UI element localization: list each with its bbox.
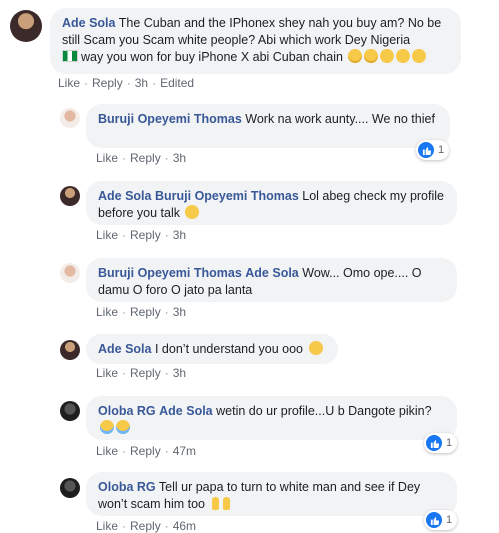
wink-emoji-icon	[396, 49, 411, 63]
comment-bubble: Ade Sola Buruji Opeyemi Thomas Lol abeg …	[86, 181, 457, 225]
like-reaction-icon	[426, 512, 442, 528]
reaction-number: 1	[446, 514, 453, 526]
comment-author[interactable]: Oloba RG	[98, 404, 156, 418]
comment-author[interactable]: Ade Sola	[62, 16, 116, 30]
timestamp[interactable]: 3h	[135, 76, 148, 90]
avatar[interactable]	[60, 186, 80, 206]
wink-emoji-icon	[412, 49, 427, 63]
timestamp[interactable]: 47m	[173, 444, 196, 458]
timestamp[interactable]: 3h	[173, 366, 186, 380]
mention-link[interactable]: Ade Sola	[245, 266, 299, 280]
avatar[interactable]	[10, 10, 42, 42]
timestamp[interactable]: 3h	[173, 228, 186, 242]
comment-actions: Like · Reply · 3h	[96, 228, 187, 242]
like-link[interactable]: Like	[96, 519, 118, 533]
comment-author[interactable]: Buruji Opeyemi Thomas	[98, 112, 242, 126]
thinking-emoji-icon	[308, 341, 323, 355]
comment-bubble: Ade Sola The Cuban and the IPhonex shey …	[50, 8, 461, 74]
comment-text-continued: way you won for buy iPhone X abi Cuban c…	[81, 50, 343, 64]
comment-bubble: Buruji Opeyemi Thomas Ade Sola Wow... Om…	[86, 258, 457, 302]
avatar[interactable]	[60, 340, 80, 360]
comment-bubble: Oloba RG Ade Sola wetin do ur profile...…	[86, 396, 457, 440]
comment-text: Work na work aunty.... We no thief	[245, 112, 435, 126]
reaction-count[interactable]: 1	[424, 433, 458, 453]
joy-emoji-icon	[116, 420, 130, 434]
reply-link[interactable]: Reply	[130, 305, 161, 319]
hug-emoji-icon	[185, 205, 200, 219]
wink-emoji-icon	[380, 49, 395, 63]
reply-link[interactable]: Reply	[130, 151, 161, 165]
joy-emoji-icon	[100, 420, 114, 434]
reaction-count[interactable]: 1	[424, 510, 458, 530]
like-link[interactable]: Like	[96, 305, 118, 319]
comment-actions: Like · Reply · 3h · Edited	[58, 76, 195, 90]
thumbs-up-emoji-icon	[223, 497, 231, 510]
comment-author[interactable]: Ade Sola	[98, 189, 152, 203]
reply-link[interactable]: Reply	[92, 76, 123, 90]
avatar[interactable]	[60, 478, 80, 498]
comment-bubble: Oloba RG Tell ur papa to turn to white m…	[86, 472, 457, 516]
reaction-count[interactable]: 1	[416, 140, 450, 160]
avatar[interactable]	[60, 263, 80, 283]
like-reaction-icon	[426, 435, 442, 451]
like-reaction-icon	[418, 142, 434, 158]
comment-actions: Like · Reply · 3h	[96, 151, 187, 165]
comment-author[interactable]: Buruji Opeyemi Thomas	[98, 266, 242, 280]
avatar[interactable]	[60, 108, 80, 128]
comment-text: I don’t understand you ooo	[154, 342, 304, 356]
smirk-emoji-icon	[364, 49, 379, 63]
reply-link[interactable]: Reply	[130, 444, 161, 458]
reply-link[interactable]: Reply	[130, 228, 161, 242]
flag-icon	[62, 50, 78, 62]
mention-link[interactable]: Ade Sola	[159, 404, 213, 418]
like-link[interactable]: Like	[96, 444, 118, 458]
comment-bubble: Buruji Opeyemi Thomas Work na work aunty…	[86, 104, 450, 148]
like-link[interactable]: Like	[96, 366, 118, 380]
avatar[interactable]	[60, 401, 80, 421]
reaction-number: 1	[438, 144, 445, 156]
comment-author[interactable]: Oloba RG	[98, 480, 156, 494]
thumbs-up-emoji-icon	[212, 497, 220, 510]
like-link[interactable]: Like	[96, 151, 118, 165]
mention-link[interactable]: Buruji Opeyemi Thomas	[155, 189, 299, 203]
comment-text: wetin do ur profile...U b Dangote pikin?	[216, 404, 432, 418]
like-link[interactable]: Like	[96, 228, 118, 242]
timestamp[interactable]: 3h	[173, 305, 186, 319]
timestamp[interactable]: 46m	[173, 519, 196, 533]
reply-link[interactable]: Reply	[130, 519, 161, 533]
comment-text: The Cuban and the IPhonex shey nah you b…	[62, 16, 442, 47]
smirk-emoji-icon	[348, 49, 363, 63]
comment-actions: Like · Reply · 3h	[96, 366, 187, 380]
comment-actions: Like · Reply · 47m	[96, 444, 197, 458]
comment-bubble: Ade Sola I don’t understand you ooo	[86, 334, 338, 364]
timestamp[interactable]: 3h	[173, 151, 186, 165]
comment-actions: Like · Reply · 46m	[96, 519, 197, 533]
comment-author[interactable]: Ade Sola	[98, 342, 152, 356]
reaction-number: 1	[446, 437, 453, 449]
like-link[interactable]: Like	[58, 76, 80, 90]
reply-link[interactable]: Reply	[130, 366, 161, 380]
edited-label: Edited	[160, 76, 195, 90]
comment-actions: Like · Reply · 3h	[96, 305, 187, 319]
